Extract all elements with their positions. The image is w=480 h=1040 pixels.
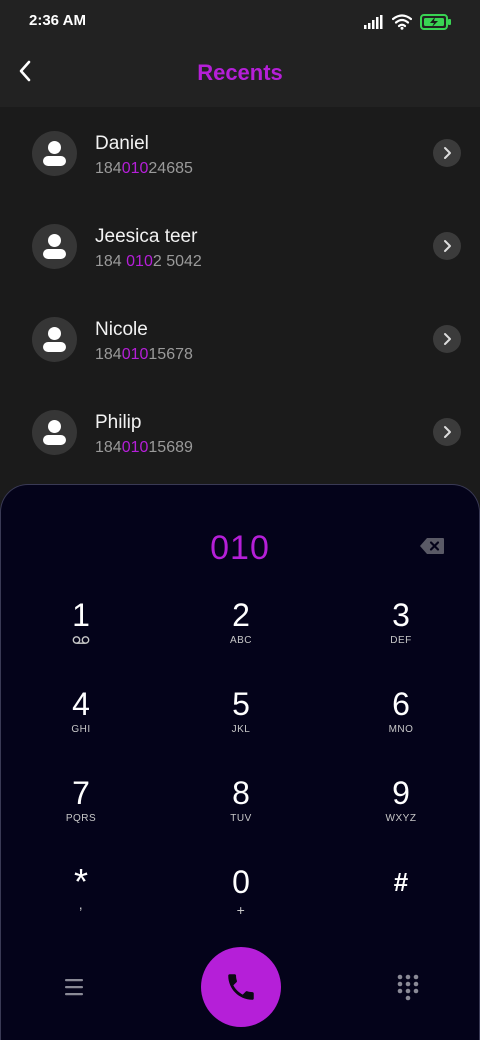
dial-key-3[interactable]: 3 DEF — [341, 597, 461, 669]
keypad-toggle-button[interactable] — [395, 973, 421, 1001]
dial-key-star[interactable]: * , — [21, 864, 141, 936]
contact-number: 18401024685 — [95, 160, 193, 177]
contact-detail-button[interactable] — [433, 139, 461, 167]
chevron-right-icon — [444, 426, 451, 438]
person-icon — [32, 410, 77, 455]
dial-key-8[interactable]: 8 TUV — [181, 775, 301, 847]
contact-name: Daniel — [95, 133, 149, 154]
dial-key-1[interactable]: 1 — [21, 597, 141, 669]
dialed-number-display[interactable]: 010 — [1, 529, 479, 568]
contact-row[interactable]: Daniel 18401024685 — [0, 107, 480, 200]
dial-key-2[interactable]: 2 ABC — [181, 597, 301, 669]
dial-key-9[interactable]: 9 WXYZ — [341, 775, 461, 847]
dial-key-5[interactable]: 5 JKL — [181, 686, 301, 758]
status-bar: 2:36 AM — [0, 0, 480, 44]
chevron-right-icon — [444, 147, 451, 159]
call-button[interactable] — [201, 947, 281, 1027]
person-icon — [32, 224, 77, 269]
dial-key-0[interactable]: 0 + — [181, 864, 301, 936]
page-title: Recents — [197, 60, 283, 85]
status-time: 2:36 AM — [29, 12, 86, 29]
menu-icon — [65, 979, 83, 996]
contact-number: 18401015678 — [95, 346, 193, 363]
signal-icon — [364, 15, 383, 29]
voicemail-icon — [72, 636, 90, 644]
contact-name: Nicole — [95, 319, 148, 340]
contact-number: 184 0102 5042 — [95, 253, 202, 270]
contact-number: 18401015689 — [95, 439, 193, 456]
backspace-icon — [420, 538, 444, 554]
menu-button[interactable] — [61, 975, 87, 999]
contact-row[interactable]: Jeesica teer 184 0102 5042 — [0, 200, 480, 293]
chevron-right-icon — [444, 240, 451, 252]
person-icon — [32, 317, 77, 362]
dialpad-icon — [397, 974, 419, 1001]
app-bar: Recents — [0, 44, 480, 107]
backspace-button[interactable] — [419, 537, 445, 555]
dial-key-7[interactable]: 7 PQRS — [21, 775, 141, 847]
dial-key-6[interactable]: 6 MNO — [341, 686, 461, 758]
phone-icon — [228, 974, 254, 1000]
status-icons — [364, 12, 452, 32]
recents-list: Daniel 18401024685 Jeesica teer 184 0102… — [0, 107, 480, 497]
dial-key-4[interactable]: 4 GHI — [21, 686, 141, 758]
contact-name: Philip — [95, 412, 142, 433]
contact-detail-button[interactable] — [433, 325, 461, 353]
contact-row[interactable]: Nicole 18401015678 — [0, 293, 480, 386]
dialpad-actions — [1, 945, 480, 1035]
chevron-right-icon — [444, 333, 451, 345]
dialpad-sheet: 010 1 2 ABC 3 DEF 4 GHI 5 JKL 6 MNO 7 PQ… — [0, 484, 480, 1040]
contact-name: Jeesica teer — [95, 226, 198, 247]
wifi-icon — [392, 14, 412, 30]
contact-detail-button[interactable] — [433, 418, 461, 446]
person-icon — [32, 131, 77, 176]
contact-row[interactable]: Philip 18401015689 — [0, 386, 480, 479]
dial-key-hash[interactable]: # — [341, 864, 461, 936]
contact-detail-button[interactable] — [433, 232, 461, 260]
battery-icon — [420, 14, 451, 30]
